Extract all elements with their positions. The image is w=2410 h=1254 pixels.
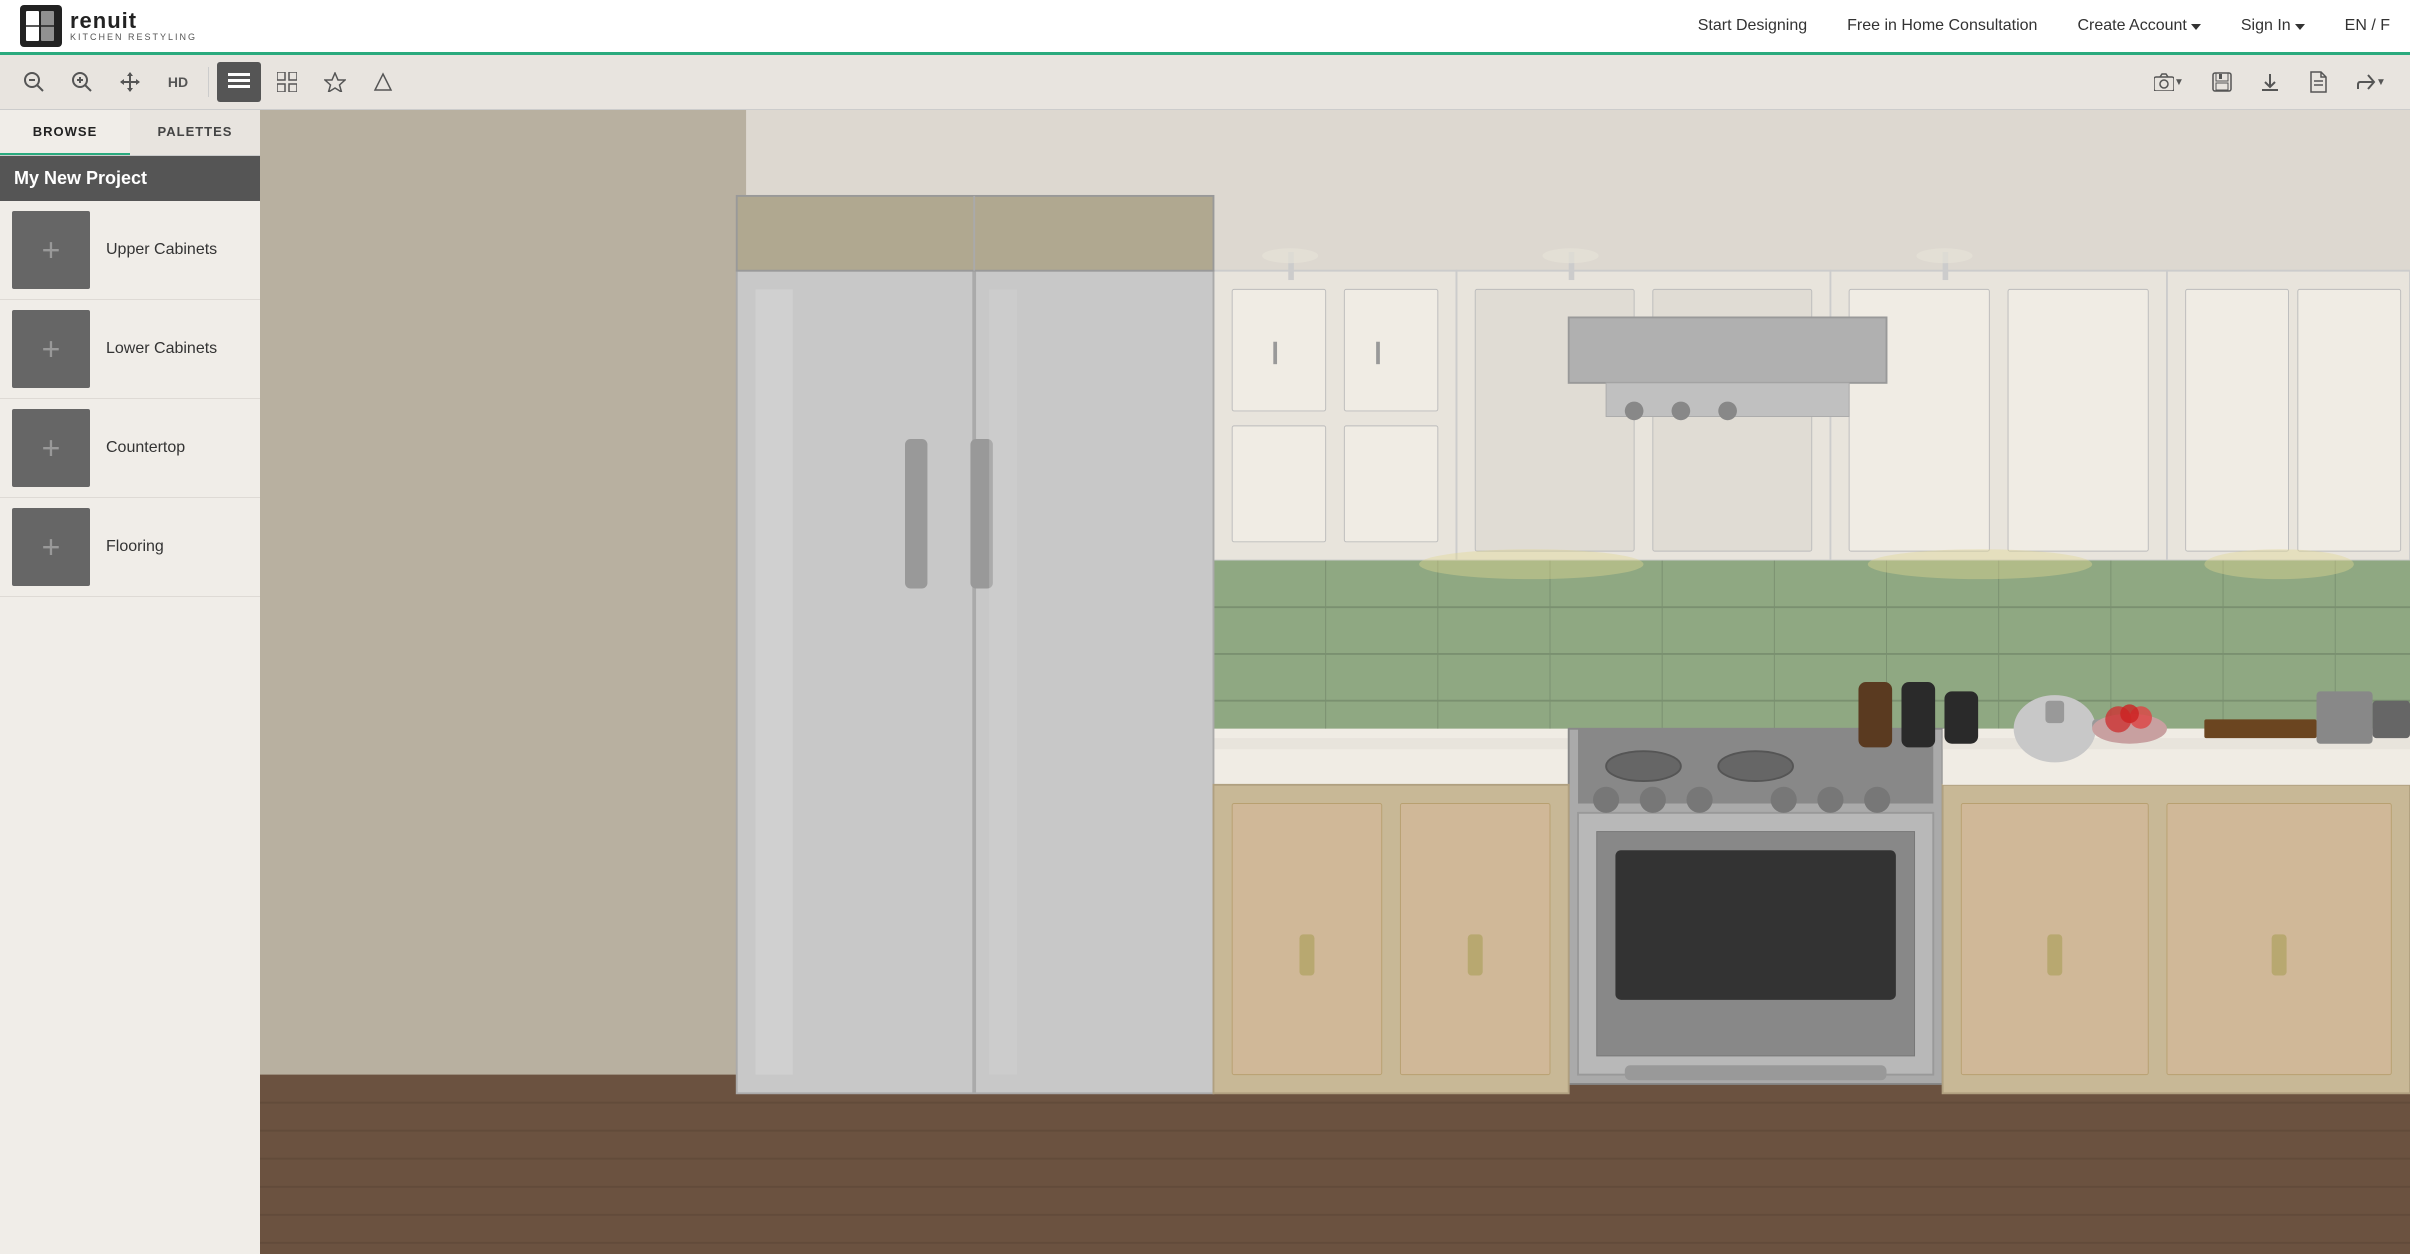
sidebar: BROWSE PALETTES My New Project + Upper C… <box>0 110 260 1254</box>
share-button[interactable]: ▼ <box>2344 62 2398 102</box>
document-button[interactable] <box>2296 62 2340 102</box>
add-icon: + <box>42 234 61 266</box>
sidebar-items: + Upper Cabinets + Lower Cabinets + Coun… <box>0 201 260 597</box>
camera-button[interactable]: ▼ <box>2142 62 2196 102</box>
move-icon <box>119 71 141 93</box>
grid-view-button[interactable] <box>265 62 309 102</box>
shape-tool-icon <box>373 72 393 92</box>
lower-cabinets-thumb: + <box>12 310 90 388</box>
download-icon <box>2260 72 2280 92</box>
top-navigation: renuit KITCHEN RESTYLING Start Designing… <box>0 0 2410 55</box>
chevron-down-icon <box>2191 24 2201 30</box>
flooring-thumb: + <box>12 508 90 586</box>
shape-tool-button[interactable] <box>361 62 405 102</box>
logo-text: renuit KITCHEN RESTYLING <box>70 10 197 42</box>
logo-tagline: KITCHEN RESTYLING <box>70 32 197 42</box>
main-layout: BROWSE PALETTES My New Project + Upper C… <box>0 110 2410 1254</box>
add-icon: + <box>42 333 61 365</box>
tab-browse[interactable]: BROWSE <box>0 110 130 155</box>
add-icon: + <box>42 432 61 464</box>
countertop-label: Countertop <box>106 439 185 457</box>
tab-palettes[interactable]: PALETTES <box>130 110 260 155</box>
save-icon <box>2212 72 2232 92</box>
toolbar-right: ▼ <box>2142 62 2398 102</box>
share-icon <box>2356 73 2376 91</box>
project-title: My New Project <box>14 168 147 188</box>
sidebar-item-lower-cabinets[interactable]: + Lower Cabinets <box>0 300 260 399</box>
nav-language[interactable]: EN / F <box>2345 17 2390 35</box>
sidebar-tabs: BROWSE PALETTES <box>0 110 260 156</box>
document-icon <box>2309 71 2327 93</box>
share-dropdown-arrow: ▼ <box>2376 77 2386 88</box>
nav-sign-in[interactable]: Sign In <box>2241 17 2305 35</box>
toolbar: HD <box>0 55 2410 110</box>
kitchen-scene-svg <box>260 110 2410 1254</box>
sidebar-item-flooring[interactable]: + Flooring <box>0 498 260 597</box>
logo[interactable]: renuit KITCHEN RESTYLING <box>20 5 197 47</box>
toolbar-separator-1 <box>208 67 209 97</box>
zoom-out-icon <box>23 71 45 93</box>
nav-start-designing[interactable]: Start Designing <box>1698 17 1807 35</box>
project-title-bar: My New Project <box>0 156 260 201</box>
upper-cabinets-label: Upper Cabinets <box>106 241 217 259</box>
zoom-out-button[interactable] <box>12 62 56 102</box>
lower-cabinets-label: Lower Cabinets <box>106 340 217 358</box>
star-icon <box>324 72 346 92</box>
sidebar-item-countertop[interactable]: + Countertop <box>0 399 260 498</box>
add-icon: + <box>42 531 61 563</box>
camera-dropdown-arrow: ▼ <box>2174 77 2184 88</box>
nav-create-account[interactable]: Create Account <box>2077 17 2200 35</box>
logo-name: renuit <box>70 10 197 32</box>
nav-consultation[interactable]: Free in Home Consultation <box>1847 17 2037 35</box>
list-view-icon <box>228 73 250 91</box>
save-button[interactable] <box>2200 62 2244 102</box>
kitchen-image <box>260 110 2410 1254</box>
list-view-button[interactable] <box>217 62 261 102</box>
zoom-in-button[interactable] <box>60 62 104 102</box>
move-button[interactable] <box>108 62 152 102</box>
kitchen-view <box>260 110 2410 1254</box>
flooring-label: Flooring <box>106 538 164 556</box>
download-button[interactable] <box>2248 62 2292 102</box>
zoom-in-icon <box>71 71 93 93</box>
sidebar-item-upper-cabinets[interactable]: + Upper Cabinets <box>0 201 260 300</box>
countertop-thumb: + <box>12 409 90 487</box>
camera-icon <box>2154 73 2174 91</box>
upper-cabinets-thumb: + <box>12 211 90 289</box>
nav-links: Start Designing Free in Home Consultatio… <box>1698 17 2390 35</box>
logo-icon <box>20 5 62 47</box>
favorites-button[interactable] <box>313 62 357 102</box>
hd-button[interactable]: HD <box>156 62 200 102</box>
grid-view-icon <box>277 72 297 92</box>
chevron-down-icon <box>2295 24 2305 30</box>
hd-label: HD <box>168 74 188 90</box>
